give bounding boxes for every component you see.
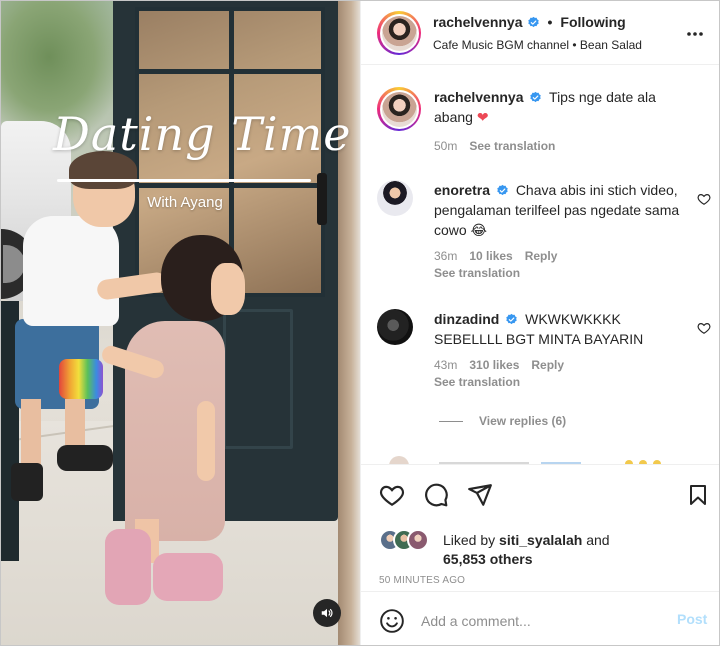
comment-item: enoretra Chava abis ini stich video, pen…	[377, 180, 712, 280]
liked-by-avatars	[379, 529, 439, 551]
add-comment-input[interactable]	[421, 608, 661, 634]
caption-row: rachelvennya Tips nge date ala abang ❤ 5…	[377, 87, 712, 157]
next-comment-peek	[389, 456, 661, 464]
comment-like-icon[interactable]	[697, 192, 711, 206]
comment-bubble-icon	[425, 483, 448, 507]
post-side-panel: rachelvennya • Following Cafe Music BGM …	[360, 1, 719, 645]
video-door-panel	[223, 309, 293, 449]
liker-avatar[interactable]	[407, 529, 429, 551]
video-boy-leg	[21, 399, 41, 469]
caption-author-avatar[interactable]	[377, 87, 421, 131]
comment-text: dinzadind WKWKWKKKK SEBELLLL BGT MINTA B…	[434, 309, 689, 349]
verified-badge-icon	[530, 91, 542, 103]
paper-plane-icon	[468, 484, 492, 506]
view-replies-line	[439, 420, 463, 422]
video-rainbow-toy	[59, 359, 103, 399]
heart-icon	[379, 485, 405, 507]
video-title-overlay: Dating Time	[53, 107, 352, 161]
comment-likes-link[interactable]: 310 likes	[469, 358, 519, 372]
post-actions: Liked by siti_syalalah and 65,853 others…	[361, 464, 719, 645]
view-replies-button[interactable]: View replies (6)	[439, 414, 566, 428]
author-name-row: rachelvennya • Following	[433, 14, 626, 30]
verified-badge-icon	[527, 16, 539, 27]
caption-text: rachelvennya Tips nge date ala abang ❤	[434, 87, 689, 127]
video-door-rail	[135, 183, 325, 188]
liked-by-others-link[interactable]: 65,853 others	[443, 551, 533, 567]
liked-by-and: and	[586, 532, 610, 548]
video-subtitle-overlay: With Ayang	[147, 194, 223, 211]
commenter-username-link[interactable]: dinzadind	[434, 311, 499, 327]
verified-badge-icon	[506, 313, 517, 325]
caption-time: 50m	[434, 139, 458, 153]
header-separator: •	[547, 14, 553, 30]
comment-reply-button[interactable]: Reply	[525, 249, 558, 263]
post-comment-button[interactable]: Post	[677, 611, 707, 627]
save-button[interactable]	[685, 482, 711, 508]
add-comment-bar: Post	[361, 591, 719, 645]
more-options-button[interactable]	[683, 22, 707, 46]
share-button[interactable]	[467, 482, 493, 508]
video-door-edge	[338, 1, 360, 645]
liked-by-text: Liked by siti_syalalah and 65,853 others	[443, 531, 610, 569]
author-avatar[interactable]	[377, 11, 421, 55]
caption-see-translation[interactable]: See translation	[469, 139, 555, 153]
video-boy-shoe	[57, 445, 113, 471]
comment-meta: 43m 310 likes Reply	[434, 358, 564, 372]
audio-attribution-link[interactable]: Cafe Music BGM channel • Bean Salad	[433, 38, 642, 52]
commenter-avatar[interactable]	[377, 180, 413, 216]
video-title-underline	[57, 179, 311, 182]
video-door-rail	[135, 69, 325, 74]
comment-item: dinzadind WKWKWKKKK SEBELLLL BGT MINTA B…	[377, 309, 712, 389]
post-header: rachelvennya • Following Cafe Music BGM …	[361, 1, 719, 65]
comment-text: enoretra Chava abis ini stich video, pen…	[434, 180, 689, 240]
comment-see-translation[interactable]: See translation	[434, 266, 520, 280]
like-button[interactable]	[379, 482, 405, 508]
video-boy-shirt	[23, 216, 119, 326]
comment-time: 36m	[434, 249, 458, 263]
mute-toggle-button[interactable]	[313, 599, 341, 627]
heart-emoji: ❤	[476, 109, 489, 125]
video-boy-shoe	[11, 463, 43, 501]
comment-like-icon[interactable]	[697, 321, 711, 335]
laughing-emoji: 😂	[470, 222, 487, 238]
post-timestamp[interactable]: 50 MINUTES AGO	[379, 575, 465, 586]
commenter-username-link[interactable]: enoretra	[434, 182, 490, 198]
emoji-picker-icon[interactable]	[379, 608, 405, 634]
video-girl-boot	[105, 529, 151, 605]
verified-badge-icon	[497, 184, 508, 196]
caption-username-link[interactable]: rachelvennya	[434, 89, 524, 105]
commenter-avatar[interactable]	[377, 309, 413, 345]
post-video[interactable]: Dating Time With Ayang	[1, 1, 360, 645]
speaker-icon	[321, 608, 333, 618]
bookmark-icon	[690, 485, 706, 505]
comment-reply-button[interactable]: Reply	[531, 358, 564, 372]
comment-meta: 36m 10 likes Reply	[434, 249, 557, 263]
video-girl-face	[211, 263, 245, 315]
comments-list[interactable]: rachelvennya Tips nge date ala abang ❤ 5…	[361, 66, 719, 464]
comment-button[interactable]	[423, 482, 449, 508]
instagram-post-window: Dating Time With Ayang rachelvennya • Fo…	[0, 0, 720, 646]
video-door-handle	[317, 173, 327, 225]
comment-likes-link[interactable]: 10 likes	[469, 249, 512, 263]
view-replies-label: View replies (6)	[479, 414, 567, 428]
caption-meta: 50m See translation	[434, 139, 555, 153]
more-horizontal-icon	[687, 32, 703, 36]
author-username-link[interactable]: rachelvennya	[433, 14, 523, 30]
liked-by-prefix: Liked by	[443, 532, 496, 548]
following-button[interactable]: Following	[560, 14, 625, 30]
comment-time: 43m	[434, 358, 458, 372]
video-girl-arm	[197, 401, 215, 481]
video-girl-boot	[153, 553, 223, 601]
comment-see-translation[interactable]: See translation	[434, 375, 520, 389]
liked-by-user-link[interactable]: siti_syalalah	[499, 532, 582, 548]
